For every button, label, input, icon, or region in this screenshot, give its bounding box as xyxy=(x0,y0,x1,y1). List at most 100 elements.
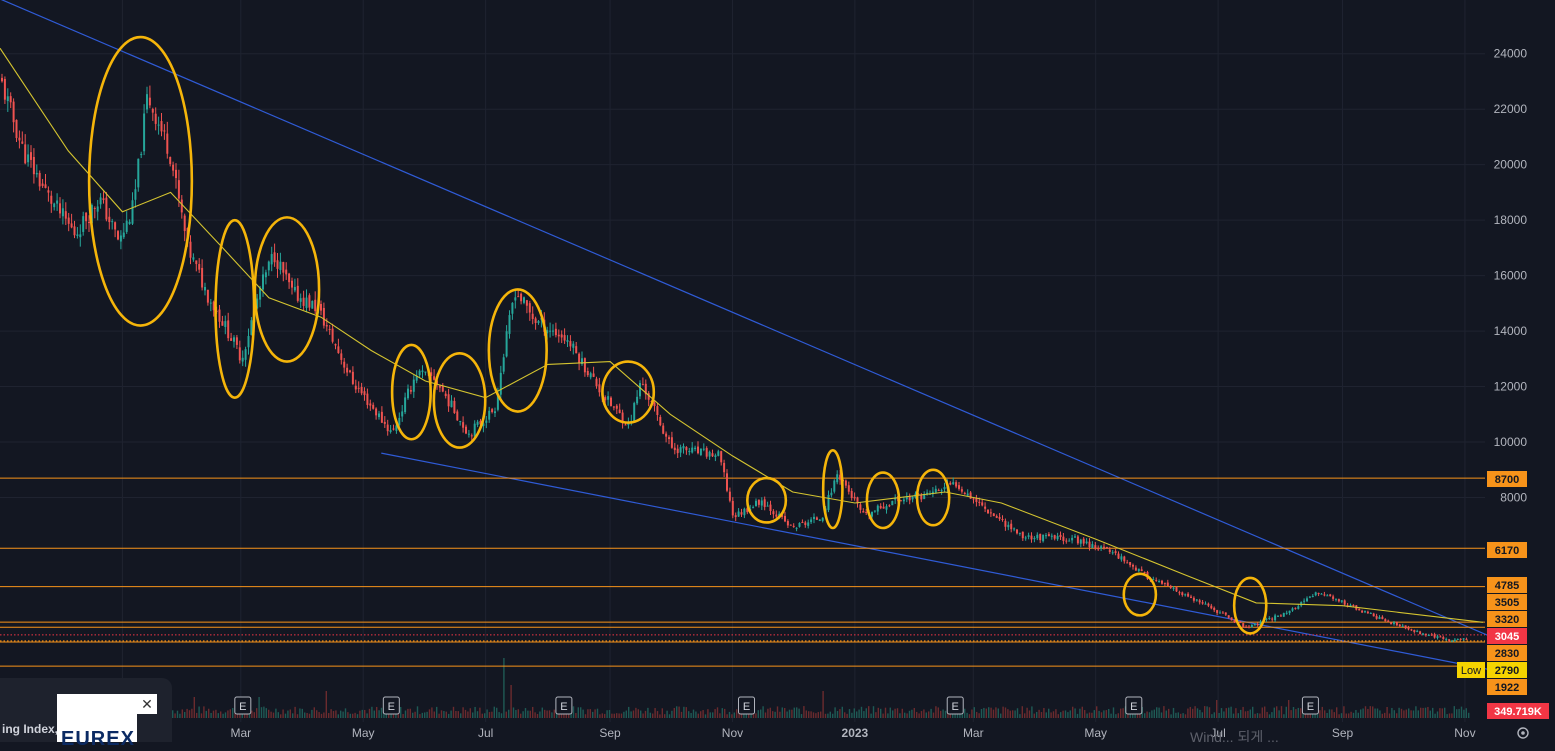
volume-bar xyxy=(767,708,769,718)
volume-bar xyxy=(1261,707,1263,718)
volume-bar xyxy=(683,706,685,718)
volume-bar xyxy=(445,711,447,718)
volume-bar xyxy=(1448,713,1451,718)
volume-bar xyxy=(846,713,848,718)
level-label: 3505 xyxy=(1495,597,1519,609)
candle-body xyxy=(363,391,366,396)
candle-body xyxy=(534,318,537,324)
candle-body xyxy=(195,260,198,265)
volume-bar xyxy=(769,707,771,718)
candle-body xyxy=(88,222,90,224)
volume-bar xyxy=(1093,710,1095,718)
candle-body xyxy=(726,473,728,491)
volume-bar xyxy=(1033,713,1035,718)
ad-close-button[interactable]: ✕ xyxy=(137,694,157,714)
candle-body xyxy=(491,409,494,413)
chart-canvas[interactable]: 24000 22000 20000 18000 16000 14000 12000 10000… xyxy=(0,0,1555,745)
candle-body xyxy=(984,506,987,509)
candle-body xyxy=(833,480,836,492)
volume-bar xyxy=(596,708,599,718)
candle-body xyxy=(1393,622,1395,624)
volume-bar xyxy=(889,707,891,718)
volume-bar xyxy=(1285,706,1287,718)
volume-bar xyxy=(707,709,709,718)
earnings-marker[interactable]: E xyxy=(555,696,573,715)
candle-body xyxy=(798,522,801,527)
earnings-marker[interactable]: E xyxy=(382,696,400,715)
candle-body xyxy=(44,184,47,188)
volume-bar xyxy=(1225,708,1227,718)
candle-body xyxy=(902,499,905,502)
candle-body xyxy=(392,428,395,430)
volume-bar xyxy=(306,712,308,718)
candle-body xyxy=(1158,581,1161,583)
volume-bar xyxy=(1338,714,1340,718)
ad-logo[interactable]: EUREX xyxy=(57,694,137,750)
volume-bar xyxy=(1266,711,1268,718)
volume-bar xyxy=(1297,707,1299,718)
volume-bar xyxy=(1223,711,1225,718)
volume-bar xyxy=(721,708,723,718)
candle-body xyxy=(981,502,984,506)
ad-panel[interactable]: ing Index, EUREX ✕ xyxy=(0,678,172,750)
price-chart[interactable]: 24000 22000 20000 18000 16000 14000 12000 10000… xyxy=(0,0,1555,745)
volume-bar xyxy=(714,709,716,718)
candle-body xyxy=(53,203,56,208)
volume-bar xyxy=(860,706,863,718)
volume-bar xyxy=(1439,708,1441,718)
volume-bar xyxy=(277,712,279,718)
candle-body xyxy=(1442,637,1445,640)
volume-bar xyxy=(534,712,536,718)
candle-body xyxy=(27,154,30,163)
candle-body xyxy=(987,509,989,514)
candle-body xyxy=(146,94,148,110)
volume-bar xyxy=(863,711,865,718)
candle-body xyxy=(1042,534,1045,542)
volume-bar xyxy=(301,708,303,718)
candle-body xyxy=(1219,612,1221,614)
gear-icon-hub[interactable] xyxy=(1521,731,1525,735)
volume-bar xyxy=(632,710,635,718)
candle-body xyxy=(694,447,697,450)
candle-body xyxy=(137,158,140,188)
volume-bar xyxy=(263,706,265,718)
volume-bar xyxy=(786,711,788,718)
candle-body xyxy=(992,513,995,517)
earnings-marker[interactable]: E xyxy=(1125,696,1143,715)
volume-bar xyxy=(1348,713,1350,718)
volume-bar xyxy=(875,712,877,718)
candle-body xyxy=(450,400,453,408)
volume-bar xyxy=(1360,709,1362,718)
candle-body xyxy=(291,280,293,288)
earnings-marker[interactable]: E xyxy=(1301,696,1319,715)
volume-bar xyxy=(1168,708,1170,718)
volume-bar xyxy=(1115,714,1117,718)
volume-bar xyxy=(1184,714,1187,718)
candle-body xyxy=(859,504,862,510)
earnings-marker-label: E xyxy=(239,701,246,713)
candle-body xyxy=(757,499,760,505)
volume-bar xyxy=(455,710,457,718)
volume-bar xyxy=(1072,706,1074,718)
volume-bar xyxy=(1069,710,1071,718)
volume-bar xyxy=(978,713,980,718)
candle-body xyxy=(505,331,508,357)
volume-bar xyxy=(366,713,368,718)
volume-bar xyxy=(1374,708,1376,718)
volume-bar xyxy=(757,710,759,718)
candle-body xyxy=(1187,593,1190,597)
earnings-marker[interactable]: E xyxy=(738,696,756,715)
volume-bar xyxy=(940,710,942,718)
candle-body xyxy=(1108,549,1111,552)
candle-body xyxy=(160,121,163,132)
volume-bar xyxy=(985,708,987,718)
volume-bar xyxy=(409,708,411,718)
earnings-marker[interactable]: E xyxy=(234,696,252,715)
candle-body xyxy=(1297,606,1300,609)
earnings-marker[interactable]: E xyxy=(946,696,964,715)
candle-body xyxy=(1308,596,1311,598)
volume-bar xyxy=(1201,712,1203,718)
candle-body xyxy=(520,293,523,302)
candle-body xyxy=(1126,562,1129,564)
candle-body xyxy=(233,337,235,342)
